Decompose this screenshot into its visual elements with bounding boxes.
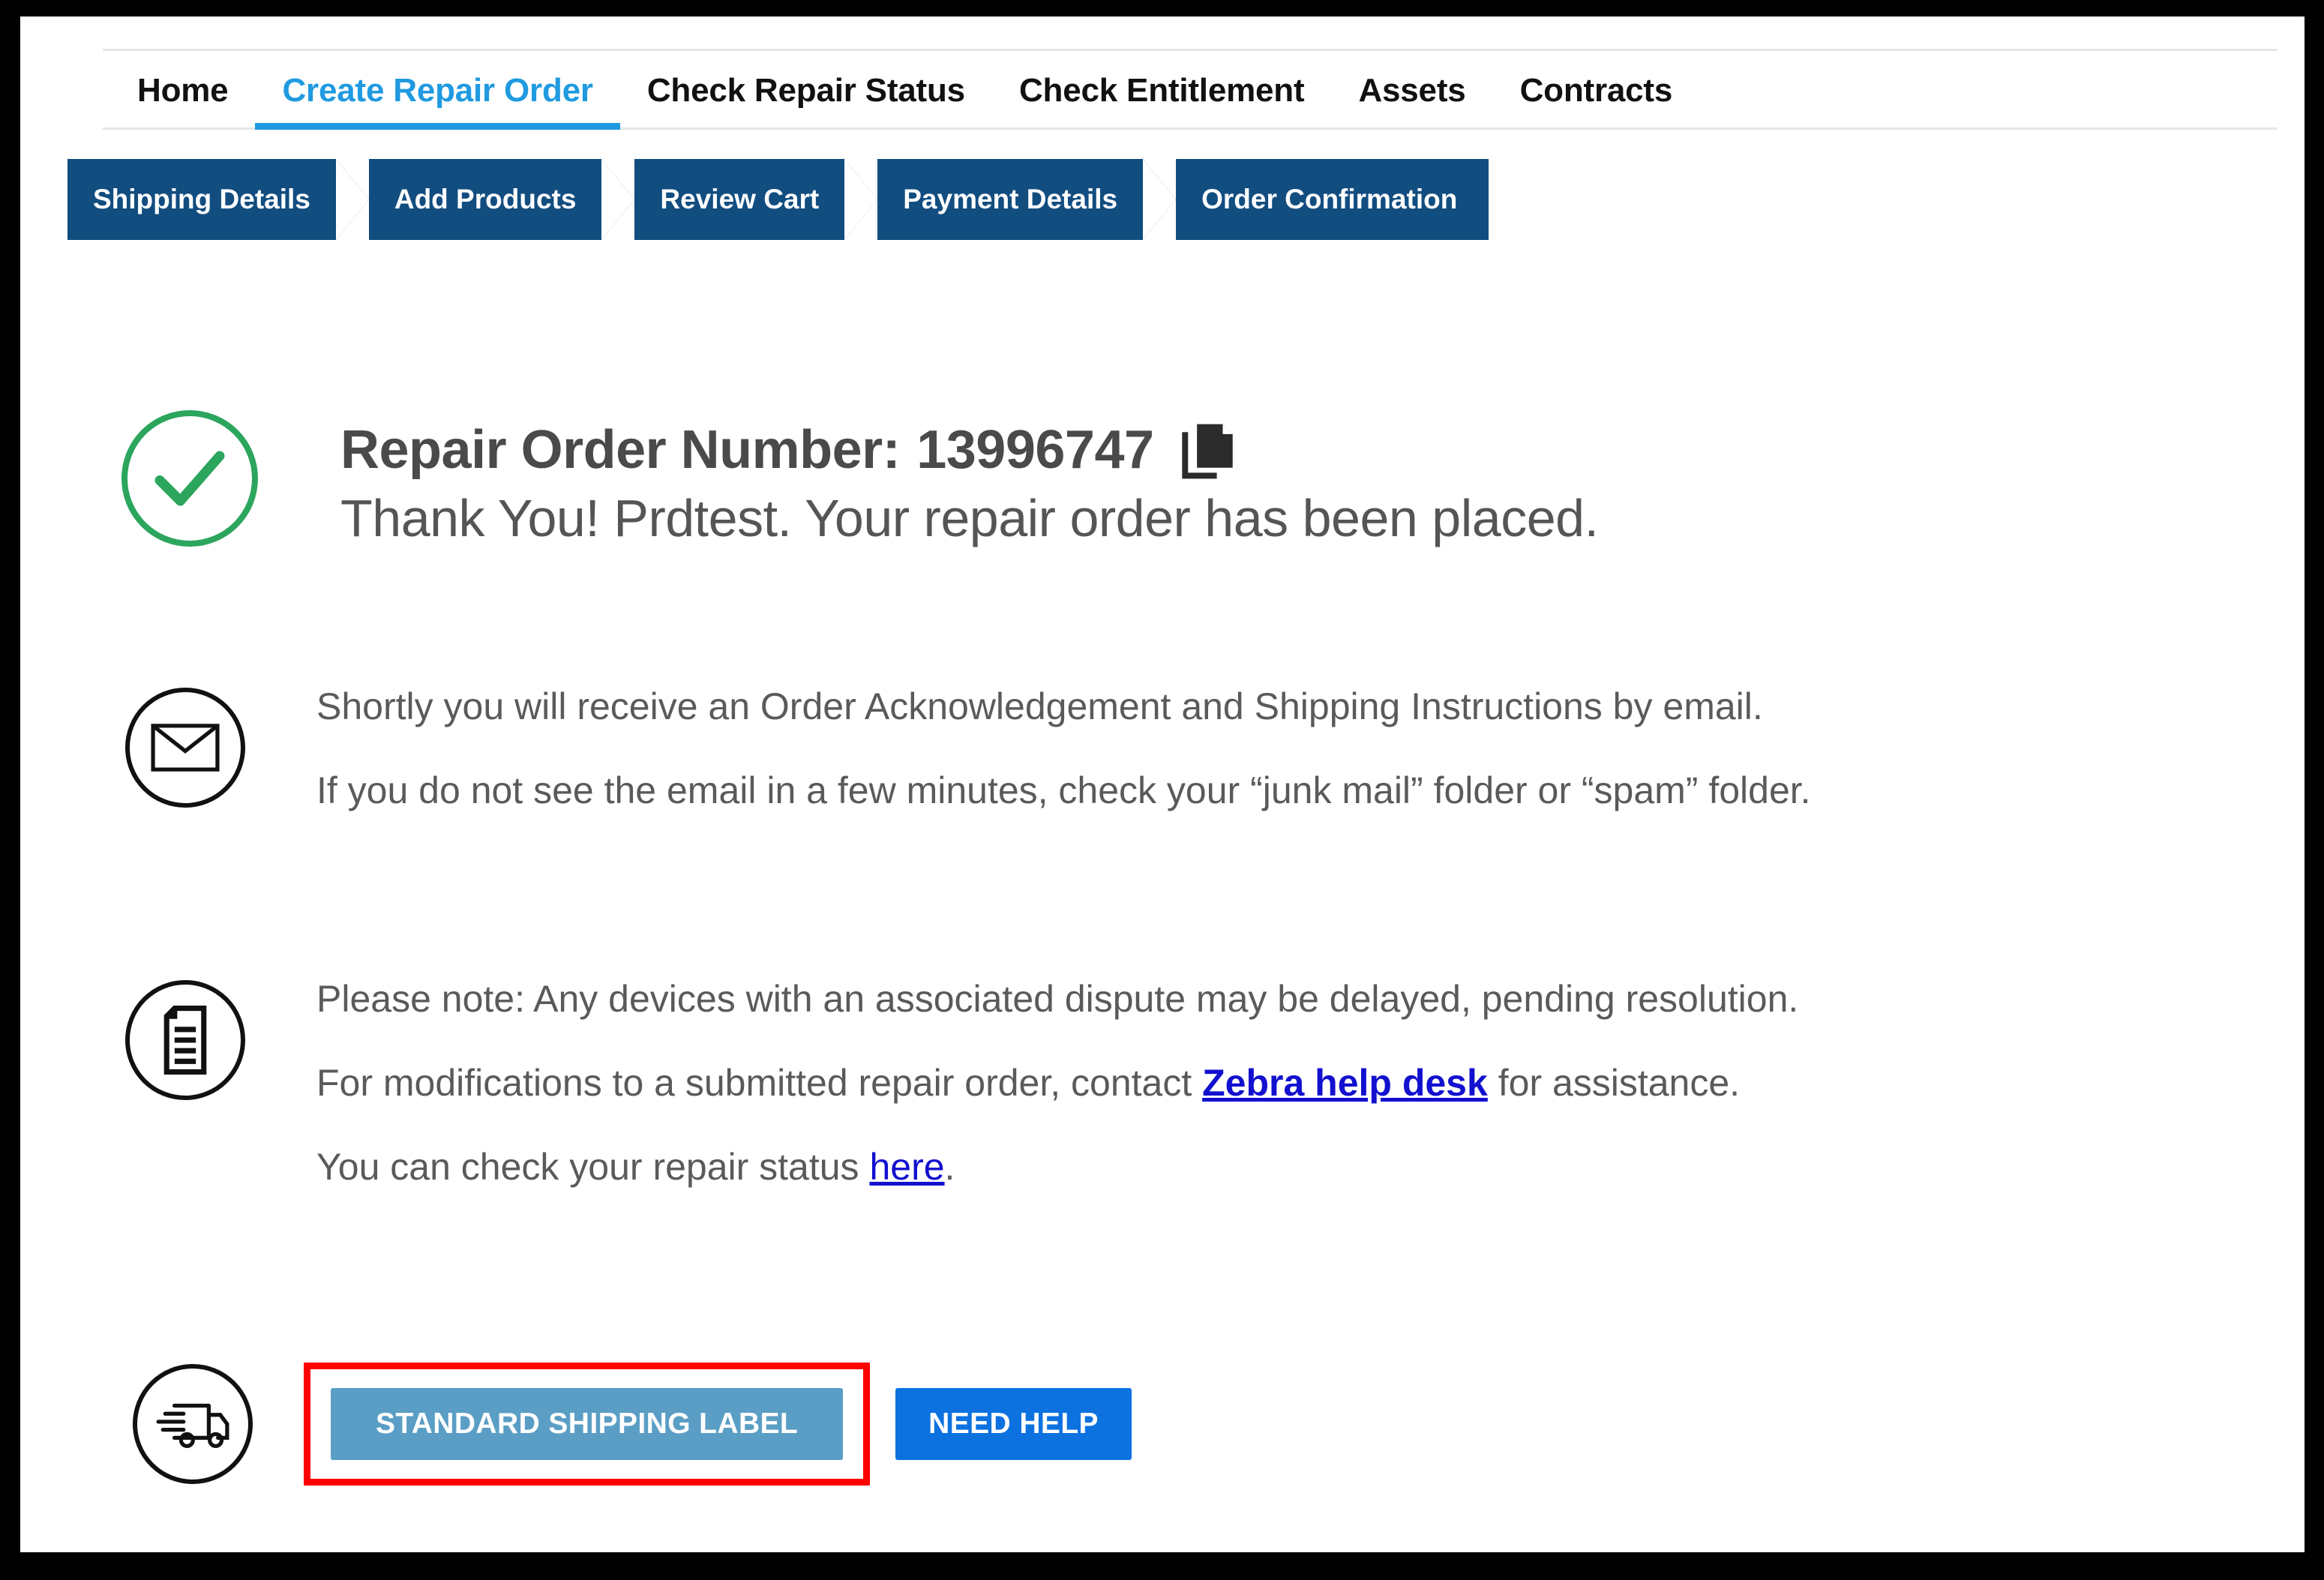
order-number-value: 13996747 xyxy=(916,420,1154,480)
repair-status-text-before: You can check your repair status xyxy=(316,1146,870,1188)
email-notice-row: Shortly you will receive an Order Acknow… xyxy=(125,688,1811,809)
email-notice-line-1: Shortly you will receive an Order Acknow… xyxy=(316,685,1763,727)
envelope-icon xyxy=(125,688,245,808)
repair-status-here-link[interactable]: here xyxy=(869,1146,944,1188)
action-buttons: STANDARD SHIPPING LABEL NEED HELP xyxy=(304,1363,1132,1486)
action-buttons-row: STANDARD SHIPPING LABEL NEED HELP xyxy=(133,1363,1132,1486)
standard-shipping-label-button[interactable]: STANDARD SHIPPING LABEL xyxy=(331,1388,844,1460)
need-help-button[interactable]: NEED HELP xyxy=(895,1388,1132,1460)
dispute-notice-row: Please note: Any devices with an associa… xyxy=(125,980,1798,1186)
zebra-help-desk-link[interactable]: Zebra help desk xyxy=(1202,1062,1488,1104)
standard-shipping-label-highlight: STANDARD SHIPPING LABEL xyxy=(304,1363,871,1486)
dispute-notice-line-3: You can check your repair status here. xyxy=(316,1148,1798,1186)
check-circle-icon xyxy=(121,410,258,547)
screenshot-frame: Home Create Repair Order Check Repair St… xyxy=(0,0,2324,1580)
dispute-notice-text: Please note: Any devices with an associa… xyxy=(316,980,1798,1186)
dispute-notice-line-1: Please note: Any devices with an associa… xyxy=(316,978,1799,1020)
order-confirmation-header: Repair Order Number: 13996747 Thank You!… xyxy=(121,410,1599,548)
dispute-notice-line-2: For modifications to a submitted repair … xyxy=(316,1064,1798,1102)
repair-status-text-after: . xyxy=(944,1146,955,1188)
email-notice-text: Shortly you will receive an Order Acknow… xyxy=(316,688,1811,809)
thank-you-message: Thank You! Prdtest. Your repair order ha… xyxy=(340,489,1599,547)
copy-document-icon[interactable] xyxy=(1181,420,1237,480)
modification-text-after: for assistance. xyxy=(1487,1062,1741,1104)
email-notice-line-2: If you do not see the email in a few min… xyxy=(316,769,1811,811)
page-title: Repair Order Number: 13996747 xyxy=(340,419,1599,481)
page-content: Home Create Repair Order Check Repair St… xyxy=(20,16,2305,1552)
delivery-truck-icon xyxy=(133,1364,253,1484)
order-number-label: Repair Order Number: xyxy=(340,420,901,480)
confirmation-body: Repair Order Number: 13996747 Thank You!… xyxy=(20,16,2305,1552)
document-lines-icon xyxy=(125,980,245,1100)
order-heading-text: Repair Order Number: 13996747 Thank You!… xyxy=(340,410,1599,548)
modification-text-before: For modifications to a submitted repair … xyxy=(316,1062,1203,1104)
